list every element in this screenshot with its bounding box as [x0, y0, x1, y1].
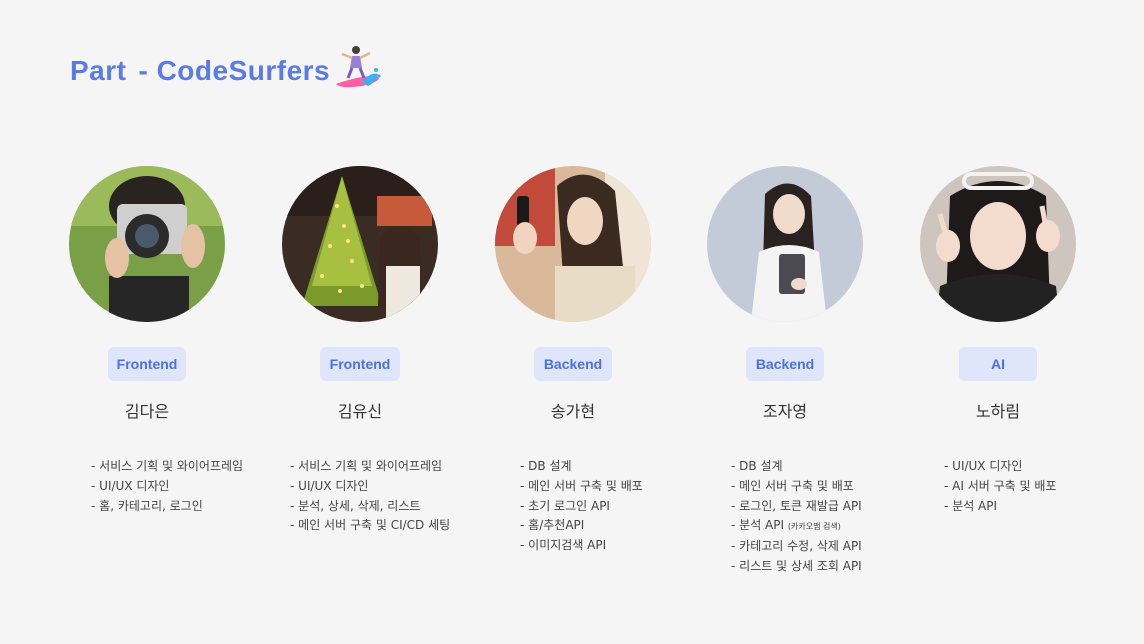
role-badge: Frontend [320, 347, 400, 381]
member-card-no-harim: AI 노하림 [893, 166, 1103, 422]
duty-item: DB 설계 [731, 457, 862, 477]
duty-item: AI 서버 구축 및 배포 [944, 477, 1056, 497]
member-name: 조자영 [762, 402, 808, 421]
member-name: 송가현 [550, 402, 596, 421]
duty-item: 카테고리 수정, 삭제 API [731, 537, 862, 557]
member-card-song-gahyun: Backend 송가현 [468, 166, 678, 422]
duty-item: 분석 API [944, 497, 1056, 517]
duty-item: 초기 로그인 API [520, 497, 643, 517]
profile-photo [920, 166, 1076, 322]
duty-item: 로그인, 토큰 재발급 API [731, 497, 862, 517]
duty-item: DB 설계 [520, 457, 643, 477]
team-name: - CodeSurfers [138, 55, 331, 86]
duty-item: 이미지검색 API [520, 536, 643, 556]
role-badge: Backend [746, 347, 824, 381]
duty-item: UI/UX 디자인 [290, 477, 450, 497]
role-badge: Frontend [108, 347, 186, 381]
profile-photo [707, 166, 863, 322]
profile-photo [495, 166, 651, 322]
profile-photo [282, 166, 438, 322]
duty-item: 서비스 기획 및 와이어프레임 [91, 457, 243, 477]
duty-item: 리스트 및 상세 조회 API [731, 557, 862, 577]
duty-item: 서비스 기획 및 와이어프레임 [290, 457, 450, 477]
duty-item: 메인 서버 구축 및 배포 [520, 477, 643, 497]
duty-item: 홈/추천API [520, 516, 643, 536]
duty-list: DB 설계 메인 서버 구축 및 배포 초기 로그인 API 홈/추천API 이… [520, 457, 643, 556]
part-label: Part [70, 55, 127, 86]
duty-item: 분석 API (카카오맵 검색) [731, 516, 862, 537]
duty-item: 분석, 상세, 삭제, 리스트 [290, 497, 450, 517]
profile-photo [69, 166, 225, 322]
role-badge: Backend [534, 347, 612, 381]
member-name: 노하림 [975, 402, 1021, 421]
duty-item: UI/UX 디자인 [91, 477, 243, 497]
member-name: 김유신 [337, 402, 383, 421]
duty-list: DB 설계 메인 서버 구축 및 배포 로그인, 토큰 재발급 API 분석 A… [731, 457, 862, 577]
duty-list: 서비스 기획 및 와이어프레임 UI/UX 디자인 홈, 카테고리, 로그인 [91, 457, 243, 516]
member-name: 김다은 [124, 402, 170, 421]
duty-item: UI/UX 디자인 [944, 457, 1056, 477]
duty-note: (카카오맵 검색) [787, 522, 841, 532]
page-title: Part - CodeSurfers [70, 46, 382, 90]
duty-item: 메인 서버 구축 및 배포 [731, 477, 862, 497]
duty-list: 서비스 기획 및 와이어프레임 UI/UX 디자인 분석, 상세, 삭제, 리스… [290, 457, 450, 536]
duty-list: UI/UX 디자인 AI 서버 구축 및 배포 분석 API [944, 457, 1056, 516]
member-card-kim-yusin: Frontend 김유신 [255, 166, 465, 422]
duty-text: 분석 API [739, 518, 785, 533]
role-badge: AI [959, 347, 1037, 381]
duty-item: 홈, 카테고리, 로그인 [91, 497, 243, 517]
member-card-kim-daeun: Frontend 김다은 [42, 166, 252, 422]
member-card-jo-jayoung: Backend 조자영 [680, 166, 890, 422]
woman-surfing-icon [336, 46, 381, 88]
duty-item: 메인 서버 구축 및 CI/CD 세팅 [290, 516, 450, 536]
